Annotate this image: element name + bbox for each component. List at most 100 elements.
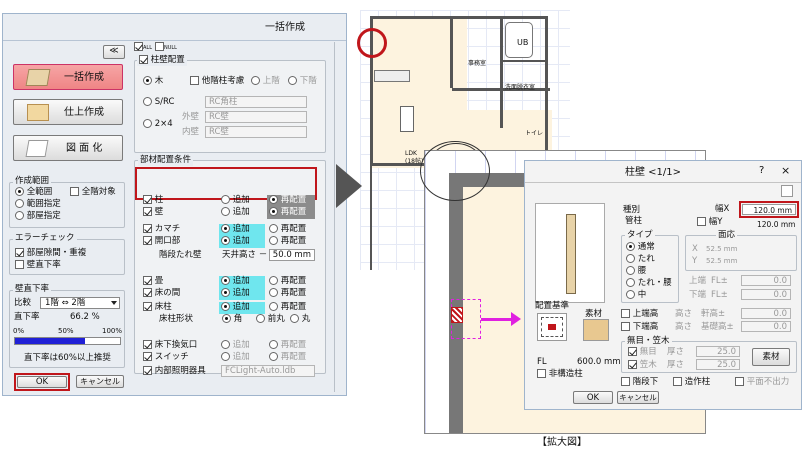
none-toggle[interactable]: NULL bbox=[155, 42, 177, 54]
add-radio[interactable]: 追加 bbox=[219, 302, 265, 314]
parts-row-label[interactable]: 床下換気口 bbox=[143, 340, 197, 351]
place-box[interactable] bbox=[537, 313, 567, 341]
range-room-radio[interactable]: 部屋指定 bbox=[15, 211, 61, 222]
shape-radio[interactable]: 前丸 bbox=[256, 314, 285, 325]
parts-row-label[interactable]: カマチ bbox=[143, 224, 180, 235]
lower-floor-radio[interactable]: 下階 bbox=[288, 76, 317, 87]
range-all-radio[interactable]: 全範囲 bbox=[15, 187, 52, 198]
room-overlap-check[interactable]: 部屋隙間・重複 bbox=[15, 248, 86, 259]
pillar-dialog: 柱壁 <1/1> ? × 種別 管柱 幅X 120.0 mm 幅Y 120.0 … bbox=[524, 160, 802, 410]
srcc-select[interactable]: RC角柱 bbox=[205, 96, 307, 108]
upper-floor-radio[interactable]: 上階 bbox=[251, 76, 280, 87]
pillar-cancel-button[interactable]: キャンセル bbox=[617, 391, 659, 404]
shape-radio[interactable]: 丸 bbox=[290, 314, 310, 325]
material-button[interactable]: 素材 bbox=[752, 348, 790, 366]
up-high-check[interactable]: 上端高 bbox=[621, 309, 658, 320]
mode-bulk-create-button[interactable]: 一括作成 bbox=[13, 64, 123, 90]
base-input[interactable]: 0.0 bbox=[741, 321, 791, 332]
up-end-input[interactable]: 0.0 bbox=[741, 275, 791, 286]
stair-check[interactable]: 階段下 bbox=[621, 377, 658, 388]
chevron-down-icon bbox=[111, 301, 117, 308]
arrow-right-icon bbox=[336, 164, 362, 208]
type-tare-koshi-radio[interactable]: たれ・腰 bbox=[626, 278, 672, 289]
add-radio[interactable]: 追加 bbox=[219, 236, 265, 248]
type-tare-radio[interactable]: たれ bbox=[626, 254, 655, 265]
parts-row-label[interactable]: 床の間 bbox=[143, 288, 180, 299]
add-radio[interactable]: 追加 bbox=[219, 195, 265, 207]
parts-row-label[interactable]: 開口部 bbox=[143, 236, 180, 247]
add-radio[interactable]: 追加 bbox=[219, 340, 265, 352]
floor-pair-select[interactable]: 1階 ⇔ 2階 bbox=[40, 297, 120, 309]
other-floor-check[interactable]: 他階柱考慮 bbox=[190, 76, 244, 87]
type-koshi-radio[interactable]: 腰 bbox=[626, 266, 646, 277]
add-radio[interactable]: 追加 bbox=[219, 276, 265, 288]
range-all-floors-check[interactable]: 全階対象 bbox=[70, 187, 116, 198]
parts-row-label[interactable]: 壁 bbox=[143, 207, 163, 218]
add-radio[interactable]: 追加 bbox=[219, 207, 265, 219]
collapse-button[interactable]: ≪ bbox=[103, 45, 125, 59]
replace-radio[interactable]: 再配置 bbox=[267, 288, 315, 300]
add-radio[interactable]: 追加 bbox=[219, 224, 265, 236]
rate-value: 66.2 % bbox=[70, 312, 100, 322]
add-radio[interactable]: 追加 bbox=[219, 352, 265, 364]
parts-row-label[interactable]: 柱 bbox=[143, 195, 163, 206]
width-x-input[interactable]: 120.0 mm bbox=[742, 204, 796, 215]
range-area-radio[interactable]: 範囲指定 bbox=[15, 199, 61, 210]
wall-icon bbox=[27, 104, 49, 121]
fin-mu-check[interactable]: 無目 bbox=[628, 347, 657, 358]
parts-row-label[interactable]: 床柱 bbox=[143, 302, 172, 313]
add-radio[interactable]: 追加 bbox=[219, 288, 265, 300]
mode-drawing-button[interactable]: 図 面 化 bbox=[13, 135, 123, 161]
replace-radio[interactable]: 再配置 bbox=[267, 340, 315, 352]
cancel-button[interactable]: キャンセル bbox=[76, 375, 124, 388]
parts-row-label[interactable]: 内部照明器具 bbox=[143, 366, 206, 377]
fl-value: 600.0 mm bbox=[577, 357, 621, 367]
plane-check[interactable]: 平面不出力 bbox=[735, 377, 789, 388]
mode-finish-create-button[interactable]: 仕上作成 bbox=[13, 99, 123, 125]
replace-radio[interactable]: 再配置 bbox=[267, 236, 315, 248]
non-struct-check[interactable]: 非構造柱 bbox=[537, 369, 583, 380]
inner-wall-select[interactable]: RC壁 bbox=[205, 126, 307, 138]
replace-radio[interactable]: 再配置 bbox=[267, 302, 315, 314]
ceiling-input[interactable]: 50.0 mm bbox=[269, 249, 315, 261]
title-divider bbox=[3, 40, 346, 41]
wall-rate-check[interactable]: 壁直下率 bbox=[15, 260, 61, 271]
x24-radio[interactable]: 2×4 bbox=[143, 119, 173, 130]
fin-group: 無目・笠木 無目 厚さ 25.0 笠木 厚さ 25.0 素材 bbox=[621, 336, 797, 373]
pillar-ok-button[interactable]: OK bbox=[573, 391, 613, 404]
fin-ka-thick[interactable]: 25.0 bbox=[696, 359, 740, 370]
parts-row-label[interactable]: スイッチ bbox=[143, 352, 189, 363]
material-swatch[interactable] bbox=[583, 319, 609, 341]
structural-check[interactable]: 造作柱 bbox=[673, 377, 710, 388]
fin-ka-check[interactable]: 笠木 bbox=[628, 360, 657, 371]
replace-radio[interactable]: 再配置 bbox=[267, 195, 315, 207]
wood-radio[interactable]: 木 bbox=[143, 76, 163, 87]
replace-radio[interactable]: 再配置 bbox=[267, 224, 315, 236]
pillar-highlight-circle bbox=[357, 28, 387, 58]
shape-radio[interactable]: 角 bbox=[222, 314, 242, 325]
room-office-label: 事務室 bbox=[468, 60, 487, 67]
all-toggle[interactable]: ALL bbox=[134, 42, 152, 54]
srcc-radio[interactable]: S/RC bbox=[143, 97, 174, 108]
replace-radio[interactable]: 再配置 bbox=[267, 352, 315, 364]
replace-radio[interactable]: 再配置 bbox=[267, 276, 315, 288]
dialog-title-divider bbox=[525, 182, 801, 183]
light-select[interactable]: FCLight-Auto.ldb bbox=[221, 365, 315, 377]
type-middle-radio[interactable]: 中 bbox=[626, 290, 646, 301]
replace-radio[interactable]: 再配置 bbox=[267, 207, 315, 219]
pick-icon[interactable] bbox=[781, 185, 793, 197]
ok-button[interactable]: OK bbox=[17, 376, 67, 388]
type-normal-radio[interactable]: 通常 bbox=[626, 242, 655, 253]
close-button[interactable]: × bbox=[781, 165, 790, 176]
help-button[interactable]: ? bbox=[759, 165, 764, 176]
down-high-check[interactable]: 下端高 bbox=[621, 322, 658, 333]
outer-wall-select[interactable]: RC壁 bbox=[205, 111, 307, 123]
pillar-wall-check[interactable]: 柱壁配置 bbox=[137, 55, 187, 66]
parts-row-label[interactable]: 階段たれ壁 bbox=[159, 250, 202, 261]
parts-row-label[interactable]: 畳 bbox=[143, 276, 163, 287]
parts-row-label[interactable]: 床柱形状 bbox=[159, 314, 193, 325]
fin-mu-thick[interactable]: 25.0 bbox=[696, 346, 740, 357]
width-y-check[interactable]: 幅Y bbox=[697, 217, 722, 228]
down-end-input[interactable]: 0.0 bbox=[741, 289, 791, 300]
eave-input[interactable]: 0.0 bbox=[741, 308, 791, 319]
